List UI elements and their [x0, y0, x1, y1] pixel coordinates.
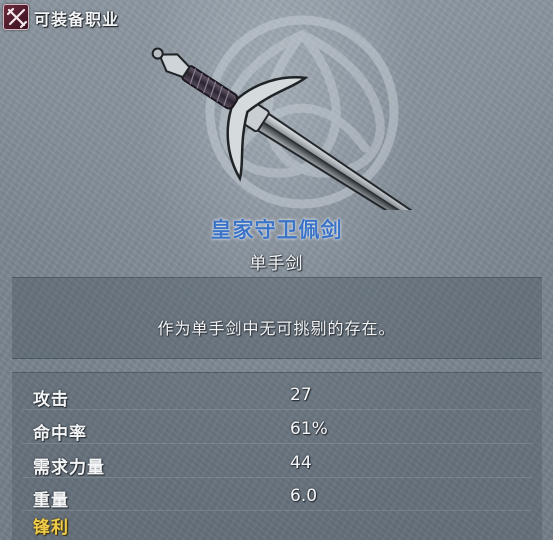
item-type: 单手剑 — [249, 254, 304, 274]
stat-row-required-strength: 需求力量 44 — [22, 448, 532, 480]
item-tooltip-panel: 可装备职业 皇家守卫佩剑 单手剑 作为单手剑中无可挑剔的存在。 攻击 27 命中… — [0, 0, 553, 540]
stat-label: 攻击 — [33, 390, 69, 410]
stat-label: 重量 — [33, 491, 69, 511]
equip-class-header: 可装备职业 — [0, 0, 553, 34]
stat-value: 27 — [290, 385, 312, 405]
crossed-weapons-icon — [3, 4, 29, 30]
stat-label: 命中率 — [33, 424, 87, 444]
item-description: 作为单手剑中无可挑剔的存在。 — [157, 319, 396, 338]
equip-class-label: 可装备职业 — [34, 10, 120, 29]
stat-row-weight: 重量 6.0 — [22, 481, 532, 513]
stat-row-attack: 攻击 27 — [22, 380, 532, 412]
stat-row-accuracy: 命中率 61% — [22, 414, 532, 446]
stat-value: 6.0 — [290, 486, 318, 506]
sword-icon — [151, 47, 464, 210]
stat-label: 需求力量 — [33, 458, 105, 478]
trait-sharp: 锋利 — [33, 518, 69, 538]
stat-value: 44 — [290, 453, 312, 473]
stat-value: 61% — [290, 419, 328, 439]
item-name: 皇家守卫佩剑 — [210, 218, 343, 242]
